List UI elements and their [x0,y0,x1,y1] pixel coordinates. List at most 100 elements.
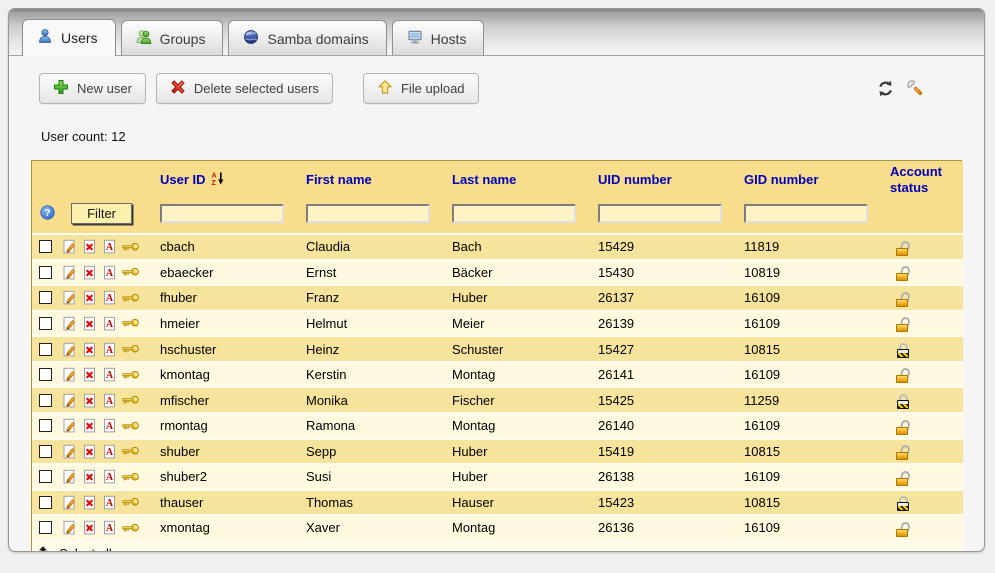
row-select-checkbox[interactable] [39,291,52,304]
help-icon[interactable]: ? [40,205,55,223]
user-id-cell[interactable]: kmontag [154,362,300,388]
pdf-export-icon[interactable]: A [102,290,117,305]
delete-user-icon[interactable] [82,520,97,535]
edit-user-icon[interactable] [62,265,77,280]
change-password-key-icon[interactable] [122,317,140,329]
edit-user-icon[interactable] [62,290,77,305]
delete-user-icon[interactable] [82,342,97,357]
edit-user-icon[interactable] [62,367,77,382]
pdf-export-icon[interactable]: A [102,520,117,535]
gid-number-cell: 16109 [738,311,884,337]
edit-user-icon[interactable] [62,239,77,254]
row-select-checkbox[interactable] [39,496,52,509]
edit-user-icon[interactable] [62,495,77,510]
column-header-gid-number[interactable]: GID number [738,161,884,199]
tab-samba-domains[interactable]: Samba domains [228,20,386,55]
column-header-last-name[interactable]: Last name [446,161,592,199]
pdf-export-icon[interactable]: A [102,367,117,382]
user-id-cell[interactable]: shuber [154,439,300,465]
row-select-checkbox[interactable] [39,240,52,253]
column-header-first-name[interactable]: First name [300,161,446,199]
filter-input-last-name[interactable] [452,204,576,223]
user-id-cell[interactable]: hmeier [154,311,300,337]
delete-user-icon[interactable] [82,265,97,280]
pdf-export-icon[interactable]: A [102,393,117,408]
row-select-checkbox[interactable] [39,368,52,381]
row-select-checkbox[interactable] [39,317,52,330]
filter-input-gid-number[interactable] [744,204,868,223]
wrench-icon[interactable] [907,80,924,97]
pdf-export-icon[interactable]: A [102,342,117,357]
pdf-export-icon[interactable]: A [102,265,117,280]
user-id-cell[interactable]: shuber2 [154,464,300,490]
delete-user-icon[interactable] [82,239,97,254]
user-id-cell[interactable]: mfischer [154,387,300,413]
row-select-checkbox[interactable] [39,266,52,279]
pdf-export-icon[interactable]: A [102,444,117,459]
pdf-export-icon[interactable]: A [102,418,117,433]
change-password-key-icon[interactable] [122,420,140,432]
delete-user-icon[interactable] [82,367,97,382]
edit-user-icon[interactable] [62,342,77,357]
filter-button[interactable]: Filter [71,203,132,224]
delete-user-icon[interactable] [82,444,97,459]
tab-users[interactable]: Users [22,19,116,56]
user-id-cell[interactable]: rmontag [154,413,300,439]
user-id-cell[interactable]: thauser [154,490,300,516]
change-password-key-icon[interactable] [122,496,140,508]
table-row: A hschuster Heinz Schuster 15427 10815 [32,336,963,362]
filter-input-user-id[interactable] [160,204,284,223]
user-id-cell[interactable]: xmontag [154,515,300,541]
filter-input-first-name[interactable] [306,204,430,223]
user-id-cell[interactable]: fhuber [154,285,300,311]
edit-user-icon[interactable] [62,520,77,535]
edit-user-icon[interactable] [62,418,77,433]
new-user-button[interactable]: New user [39,73,146,104]
user-id-cell[interactable]: hschuster [154,336,300,362]
edit-user-icon[interactable] [62,316,77,331]
edit-user-icon[interactable] [62,469,77,484]
row-select-checkbox[interactable] [39,470,52,483]
edit-user-icon[interactable] [62,393,77,408]
tab-groups[interactable]: Groups [121,20,224,55]
change-password-key-icon[interactable] [122,266,140,278]
delete-user-icon[interactable] [82,393,97,408]
pdf-export-icon[interactable]: A [102,316,117,331]
delete-user-icon[interactable] [82,290,97,305]
row-select-checkbox[interactable] [39,521,52,534]
row-select-checkbox[interactable] [39,394,52,407]
delete-user-icon[interactable] [82,469,97,484]
delete-user-icon[interactable] [82,495,97,510]
column-header-uid-number[interactable]: UID number [592,161,738,199]
delete-selected-users-button[interactable]: Delete selected users [156,73,333,104]
filter-input-uid-number[interactable] [598,204,722,223]
edit-user-icon[interactable] [62,444,77,459]
change-password-key-icon[interactable] [122,369,140,381]
user-id-cell[interactable]: ebaecker [154,260,300,286]
user-id-cell[interactable]: cbach [154,234,300,260]
pdf-export-icon[interactable]: A [102,495,117,510]
change-password-key-icon[interactable] [122,471,140,483]
tab-hosts[interactable]: Hosts [392,20,485,55]
delete-user-icon[interactable] [82,418,97,433]
change-password-key-icon[interactable] [122,522,140,534]
file-upload-button[interactable]: File upload [363,73,479,104]
change-password-key-icon[interactable] [122,241,140,253]
change-password-key-icon[interactable] [122,292,140,304]
row-select-checkbox[interactable] [39,419,52,432]
first-name-cell: Franz [300,285,446,311]
row-select-checkbox[interactable] [39,343,52,356]
change-password-key-icon[interactable] [122,445,140,457]
column-header-user-id[interactable]: User ID AZ [154,161,300,199]
delete-user-icon[interactable] [82,316,97,331]
sort-asc-icon[interactable]: AZ [211,171,224,190]
select-all-control[interactable]: Select all [38,545,957,552]
change-password-key-icon[interactable] [122,343,140,355]
change-password-key-icon[interactable] [122,394,140,406]
account-status-cell [884,515,963,541]
pdf-export-icon[interactable]: A [102,469,117,484]
refresh-icon[interactable] [877,80,894,97]
pdf-export-icon[interactable]: A [102,239,117,254]
row-select-checkbox[interactable] [39,445,52,458]
first-name-cell: Helmut [300,311,446,337]
